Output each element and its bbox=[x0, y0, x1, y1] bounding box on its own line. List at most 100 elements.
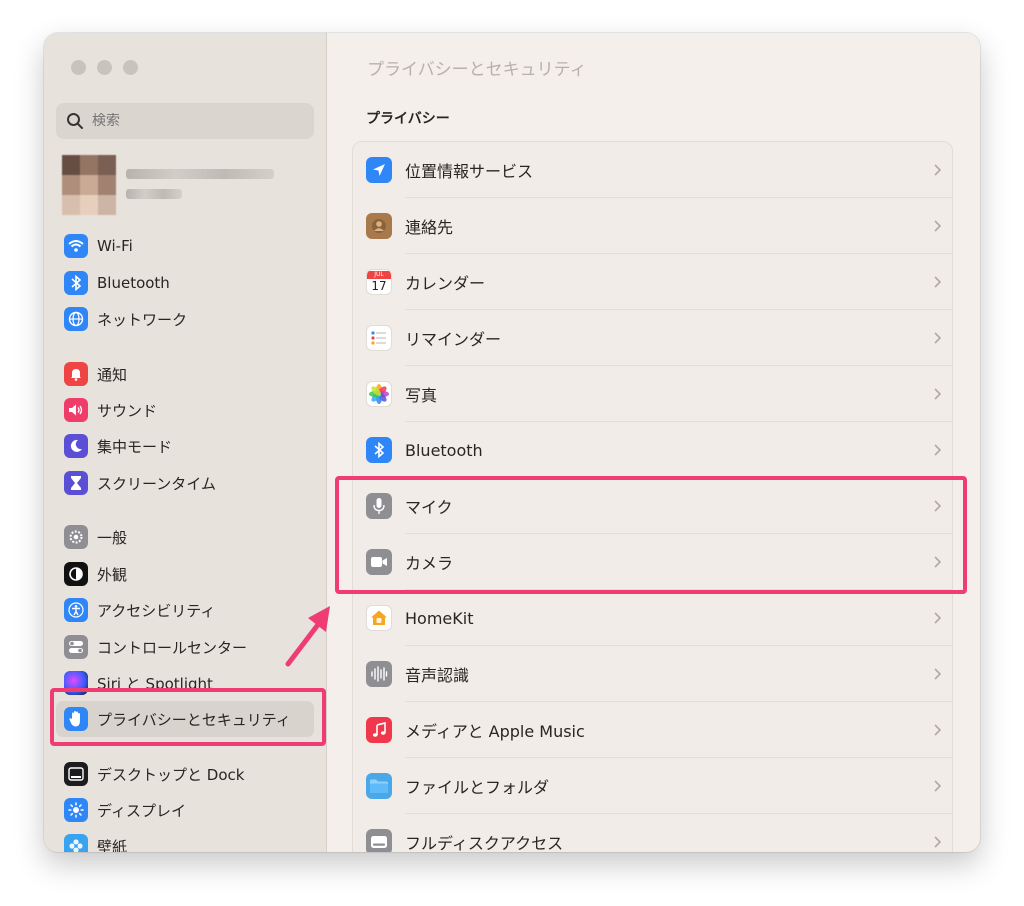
music-icon bbox=[366, 717, 392, 743]
location-arrow-icon bbox=[366, 157, 392, 183]
folder-icon bbox=[366, 773, 392, 799]
wifi-icon bbox=[64, 234, 88, 258]
sidebar-search[interactable] bbox=[56, 103, 314, 139]
reminders-icon bbox=[366, 325, 392, 351]
chevron-right-icon bbox=[934, 444, 942, 456]
row-media-apple-music[interactable]: メディアと Apple Music bbox=[353, 702, 952, 758]
close-window-button[interactable] bbox=[71, 60, 86, 75]
minimize-window-button[interactable] bbox=[97, 60, 112, 75]
row-label: 連絡先 bbox=[405, 218, 454, 237]
toggle-icon bbox=[64, 635, 88, 659]
row-location-services[interactable]: 位置情報サービス bbox=[353, 142, 952, 198]
sidebar-item-network[interactable]: ネットワーク bbox=[64, 304, 314, 334]
row-full-disk-access[interactable]: フルディスクアクセス bbox=[353, 814, 952, 852]
row-label: リマインダー bbox=[405, 330, 502, 349]
sidebar-item-label: スクリーンタイム bbox=[97, 474, 216, 493]
sidebar-item-label: 壁紙 bbox=[97, 837, 128, 853]
row-contacts[interactable]: 連絡先 bbox=[353, 198, 952, 254]
sidebar-item-label: コントロールセンター bbox=[97, 638, 248, 657]
sidebar-item-label: デスクトップと Dock bbox=[97, 765, 245, 784]
row-homekit[interactable]: HomeKit bbox=[353, 590, 952, 646]
sidebar-item-label: 集中モード bbox=[97, 437, 173, 456]
sidebar-item-label: 外観 bbox=[97, 565, 128, 584]
calendar-month-text: JUL bbox=[367, 270, 391, 279]
moon-icon bbox=[64, 434, 88, 458]
row-label: Bluetooth bbox=[405, 440, 483, 460]
home-icon bbox=[366, 605, 392, 631]
row-label: ファイルとフォルダ bbox=[405, 778, 550, 797]
bluetooth-icon bbox=[366, 437, 392, 463]
sidebar-item-label: Wi-Fi bbox=[97, 237, 133, 255]
photos-icon bbox=[366, 381, 392, 407]
chevron-right-icon bbox=[934, 724, 942, 736]
sidebar-item-focus[interactable]: 集中モード bbox=[64, 431, 314, 461]
calendar-icon: JUL 17 bbox=[366, 269, 392, 295]
sun-icon bbox=[64, 798, 88, 822]
chevron-right-icon bbox=[934, 668, 942, 680]
disk-icon bbox=[366, 829, 392, 852]
search-icon bbox=[67, 113, 83, 129]
chevron-right-icon bbox=[934, 332, 942, 344]
row-label: カレンダー bbox=[405, 274, 486, 293]
sidebar-item-wallpaper[interactable]: 壁紙 bbox=[64, 831, 314, 852]
sidebar-item-appearance[interactable]: 外観 bbox=[64, 559, 314, 589]
dock-icon bbox=[64, 762, 88, 786]
waveform-icon bbox=[366, 661, 392, 687]
row-label: メディアと Apple Music bbox=[405, 722, 585, 741]
sidebar-item-label: サウンド bbox=[97, 401, 158, 420]
sidebar-item-notifications[interactable]: 通知 bbox=[64, 359, 314, 389]
globe-icon bbox=[64, 307, 88, 331]
search-input[interactable] bbox=[92, 113, 292, 129]
sidebar-item-label: ネットワーク bbox=[97, 310, 188, 329]
row-label: HomeKit bbox=[405, 608, 474, 628]
sidebar-item-label: 通知 bbox=[97, 365, 128, 384]
sidebar-item-wifi[interactable]: Wi-Fi bbox=[64, 231, 314, 261]
sidebar-item-label: 一般 bbox=[97, 528, 128, 547]
row-files-folders[interactable]: ファイルとフォルダ bbox=[353, 758, 952, 814]
chevron-right-icon bbox=[934, 276, 942, 288]
zoom-window-button[interactable] bbox=[123, 60, 138, 75]
accessibility-icon bbox=[64, 598, 88, 622]
highlight-box-main bbox=[335, 476, 967, 594]
calendar-day-text: 17 bbox=[371, 278, 387, 293]
chevron-right-icon bbox=[934, 836, 942, 848]
avatar bbox=[62, 155, 116, 215]
gear-icon bbox=[64, 525, 88, 549]
row-label: フルディスクアクセス bbox=[405, 834, 564, 852]
sidebar-item-desktop-dock[interactable]: デスクトップと Dock bbox=[64, 759, 314, 789]
main-pane: プライバシーとセキュリティ プライバシー 位置情報サービス 連絡先 JUL 17… bbox=[328, 33, 980, 852]
row-label: 位置情報サービス bbox=[405, 162, 534, 181]
sidebar-item-bluetooth[interactable]: Bluetooth bbox=[64, 268, 314, 298]
flower-icon bbox=[64, 834, 88, 852]
profile-subtitle-blurred bbox=[126, 189, 182, 199]
bell-icon bbox=[64, 362, 88, 386]
hourglass-icon bbox=[64, 471, 88, 495]
speaker-icon bbox=[64, 398, 88, 422]
chevron-right-icon bbox=[934, 220, 942, 232]
row-label: 音声認識 bbox=[405, 666, 470, 685]
chevron-right-icon bbox=[934, 612, 942, 624]
sidebar-item-sound[interactable]: サウンド bbox=[64, 395, 314, 425]
appearance-icon bbox=[64, 562, 88, 586]
sidebar-item-general[interactable]: 一般 bbox=[64, 522, 314, 552]
section-title: プライバシー bbox=[366, 111, 450, 127]
sidebar-item-displays[interactable]: ディスプレイ bbox=[64, 795, 314, 825]
row-speech-recognition[interactable]: 音声認識 bbox=[353, 646, 952, 702]
row-photos[interactable]: 写真 bbox=[353, 366, 952, 422]
highlight-box-sidebar bbox=[50, 688, 326, 746]
chevron-right-icon bbox=[934, 780, 942, 792]
annotation-arrow-icon bbox=[285, 606, 330, 667]
page-title: プライバシーとセキュリティ bbox=[367, 60, 587, 80]
sidebar-item-screen-time[interactable]: スクリーンタイム bbox=[64, 468, 314, 498]
chevron-right-icon bbox=[934, 388, 942, 400]
bluetooth-icon bbox=[64, 271, 88, 295]
sidebar-item-accessibility[interactable]: アクセシビリティ bbox=[64, 595, 314, 625]
row-reminders[interactable]: リマインダー bbox=[353, 310, 952, 366]
contacts-icon bbox=[366, 213, 392, 239]
row-label: 写真 bbox=[405, 386, 438, 405]
apple-account-profile[interactable] bbox=[62, 155, 302, 219]
chevron-right-icon bbox=[934, 164, 942, 176]
row-bluetooth[interactable]: Bluetooth bbox=[353, 422, 952, 478]
sidebar-item-control-center[interactable]: コントロールセンター bbox=[64, 632, 314, 662]
row-calendar[interactable]: JUL 17 カレンダー bbox=[353, 254, 952, 310]
